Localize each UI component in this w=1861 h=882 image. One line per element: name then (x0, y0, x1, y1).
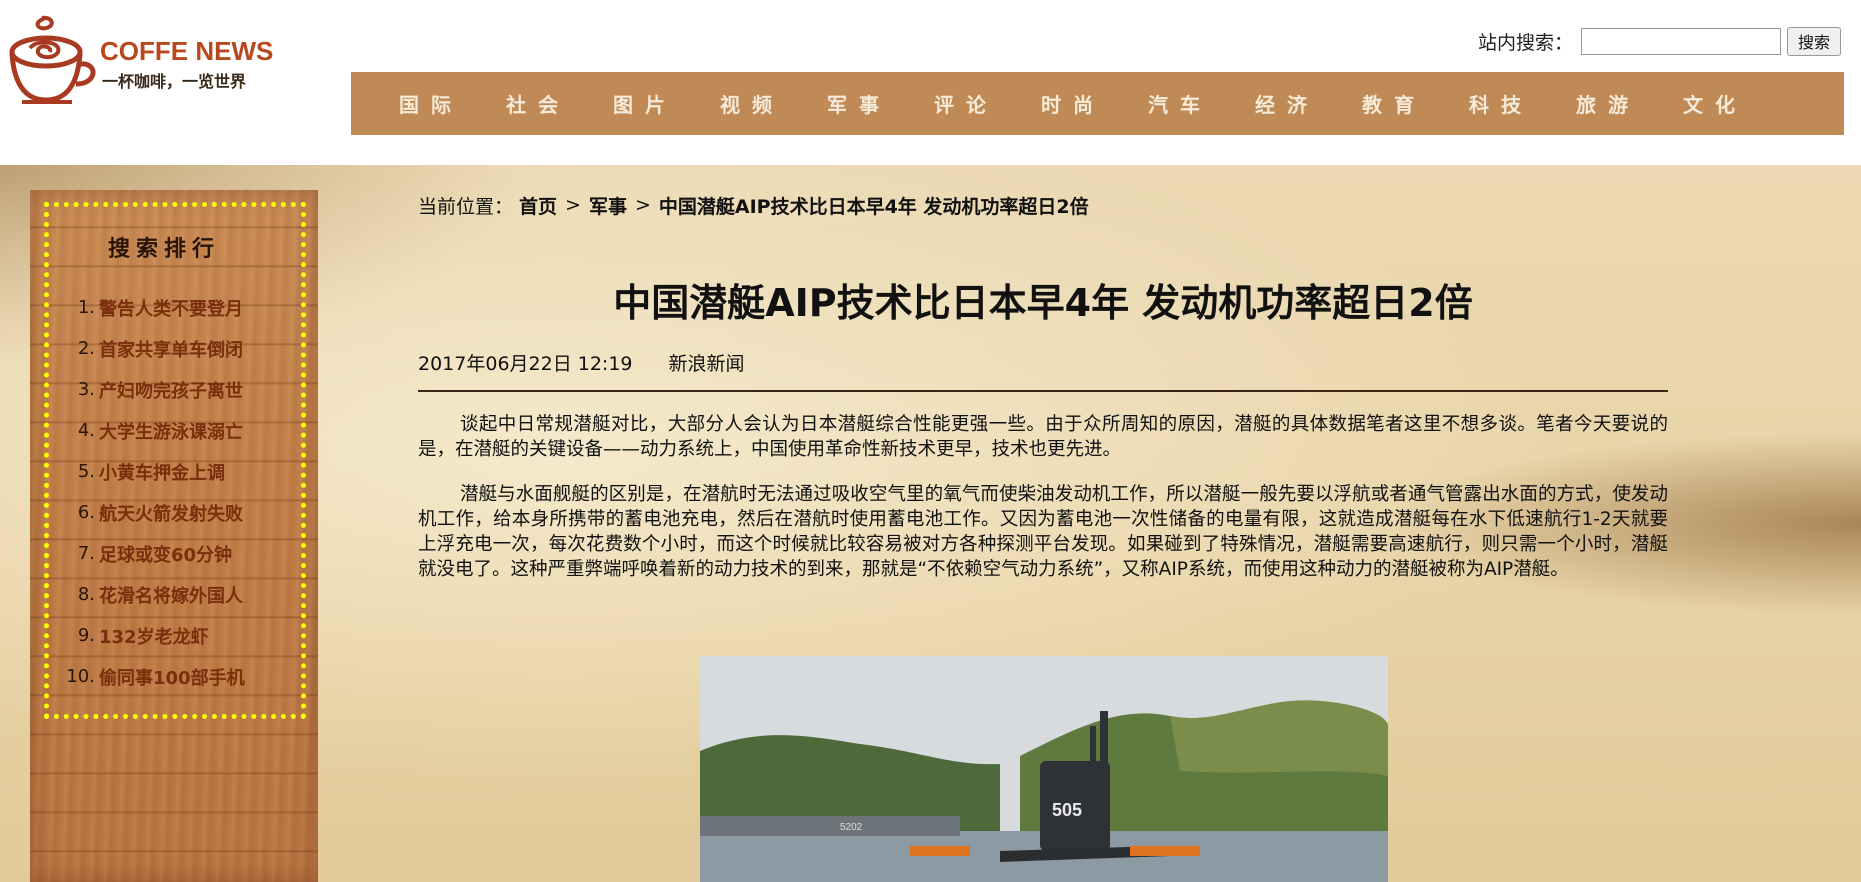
ranking-link[interactable]: 首家共享单车倒闭 (99, 336, 243, 362)
search-ranking-box: 搜索排行 1. 警告人类不要登月 2. 首家共享单车倒闭 3. 产妇吻完孩子离世 4.… (44, 202, 306, 719)
ranking-link[interactable]: 产妇吻完孩子离世 (99, 377, 243, 403)
ranking-item[interactable]: 4. 大学生游泳课溺亡 (49, 410, 301, 451)
ranking-item[interactable]: 7. 足球或变60分钟 (49, 533, 301, 574)
pier-number: 5202 (840, 822, 863, 833)
ranking-number: 4. (77, 420, 95, 441)
nav-item-education[interactable]: 教育 (1362, 89, 1469, 118)
nav-item-travel[interactable]: 旅游 (1576, 89, 1683, 118)
ranking-item[interactable]: 10. 偷同事100部手机 (49, 656, 301, 697)
article-photo-submarine: 5202 505 (700, 656, 1388, 882)
nav-item-technology[interactable]: 科技 (1469, 89, 1576, 118)
nav-item-fashion[interactable]: 时尚 (1041, 89, 1148, 118)
ranking-title: 搜索排行 (107, 237, 220, 262)
main-nav: 国际 社会 图片 视频 军事 评论 时尚 汽车 经济 教育 科技 旅游 文化 (351, 72, 1844, 135)
ranking-link[interactable]: 偷同事100部手机 (99, 664, 245, 690)
ranking-link[interactable]: 132岁老龙虾 (99, 623, 209, 649)
breadcrumb-separator: > (565, 194, 581, 216)
nav-item-auto[interactable]: 汽车 (1148, 89, 1255, 118)
coffee-cup-icon (9, 15, 96, 104)
sidebar-panel: 搜索排行 1. 警告人类不要登月 2. 首家共享单车倒闭 3. 产妇吻完孩子离世 4.… (30, 190, 318, 882)
nav-item-video[interactable]: 视频 (720, 89, 827, 118)
ranking-item[interactable]: 3. 产妇吻完孩子离世 (49, 369, 301, 410)
nav-item-society[interactable]: 社会 (506, 89, 613, 118)
article-paragraph: 谈起中日常规潜艇对比，大部分人会认为日本潜艇综合性能更强一些。由于众所周知的原因… (418, 414, 1668, 460)
ranking-list: 1. 警告人类不要登月 2. 首家共享单车倒闭 3. 产妇吻完孩子离世 4. 大学生游泳… (49, 287, 301, 697)
ranking-link[interactable]: 足球或变60分钟 (99, 541, 232, 567)
ranking-number: 9. (77, 625, 95, 646)
ranking-item[interactable]: 2. 首家共享单车倒闭 (49, 328, 301, 369)
title-divider (418, 390, 1668, 392)
article-source: 新浪新闻 (668, 353, 745, 375)
nav-item-international[interactable]: 国际 (399, 89, 506, 118)
ranking-number: 2. (77, 338, 95, 359)
breadcrumb-current: 中国潜艇AIP技术比日本早4年 发动机功率超日2倍 (658, 195, 1089, 218)
search-input[interactable] (1581, 27, 1781, 55)
article-date: 2017年06月22日 12:19 (418, 353, 633, 375)
breadcrumb-section-link[interactable]: 军事 (589, 192, 627, 219)
breadcrumb-label: 当前位置： (418, 195, 514, 218)
breadcrumb-separator: > (634, 194, 651, 216)
ranking-link[interactable]: 警告人类不要登月 (99, 295, 243, 321)
search-label: 站内搜索： (1477, 31, 1573, 54)
nav-item-pictures[interactable]: 图片 (613, 89, 720, 118)
nav-item-opinion[interactable]: 评论 (934, 89, 1041, 118)
ranking-link[interactable]: 航天火箭发射失败 (99, 500, 243, 526)
article-meta: 2017年06月22日 12:19 新浪新闻 (418, 349, 1668, 376)
article: 当前位置： 首页 > 军事 > 中国潜艇AIP技术比日本早4年 发动机功率超日2… (418, 190, 1668, 582)
ranking-item[interactable]: 5. 小黄车押金上调 (49, 451, 301, 492)
ranking-number: 5. (77, 461, 95, 482)
ranking-item[interactable]: 8. 花滑名将嫁外国人 (49, 574, 301, 615)
ranking-item[interactable]: 6. 航天火箭发射失败 (49, 492, 301, 533)
ranking-number: 3. (77, 379, 95, 400)
nav-item-culture[interactable]: 文化 (1683, 89, 1790, 118)
ranking-item[interactable]: 9. 132岁老龙虾 (49, 615, 301, 656)
logo-slogan: 一杯咖啡，一览世界 (102, 72, 247, 91)
ranking-number: 8. (77, 584, 95, 605)
submarine-photo-illustration: 5202 505 (700, 656, 1388, 882)
search-button[interactable]: 搜索 (1787, 26, 1841, 56)
breadcrumb: 当前位置： 首页 > 军事 > 中国潜艇AIP技术比日本早4年 发动机功率超日2… (418, 190, 1668, 220)
nav-item-military[interactable]: 军事 (827, 89, 934, 118)
ranking-number: 7. (77, 543, 95, 564)
article-title: 中国潜艇AIP技术比日本早4年 发动机功率超日2倍 (613, 281, 1473, 325)
site-logo[interactable]: COFFE NEWS 一杯咖啡，一览世界 (0, 8, 290, 108)
article-paragraph: 潜艇与水面舰艇的区别是，在潜航时无法通过吸收空气里的氧气而使柴油发动机工作，所以… (418, 484, 1668, 580)
site-header: COFFE NEWS 一杯咖啡，一览世界 站内搜索： 搜索 国际 社会 图片 视… (0, 0, 1861, 165)
ranking-number: 10. (66, 666, 95, 687)
content-area: 搜索排行 1. 警告人类不要登月 2. 首家共享单车倒闭 3. 产妇吻完孩子离世 4.… (0, 165, 1861, 882)
ranking-link[interactable]: 大学生游泳课溺亡 (99, 418, 243, 444)
ranking-link[interactable]: 花滑名将嫁外国人 (99, 582, 243, 608)
ranking-link[interactable]: 小黄车押金上调 (99, 459, 225, 485)
breadcrumb-home-link[interactable]: 首页 (519, 192, 557, 219)
ranking-number: 1. (77, 297, 95, 318)
ranking-item[interactable]: 1. 警告人类不要登月 (49, 287, 301, 328)
nav-item-economy[interactable]: 经济 (1255, 89, 1362, 118)
site-search: 站内搜索： 搜索 (1478, 26, 1841, 56)
hull-number: 505 (1052, 800, 1082, 820)
logo-title: COFFE NEWS (100, 36, 274, 66)
ranking-number: 6. (77, 502, 95, 523)
